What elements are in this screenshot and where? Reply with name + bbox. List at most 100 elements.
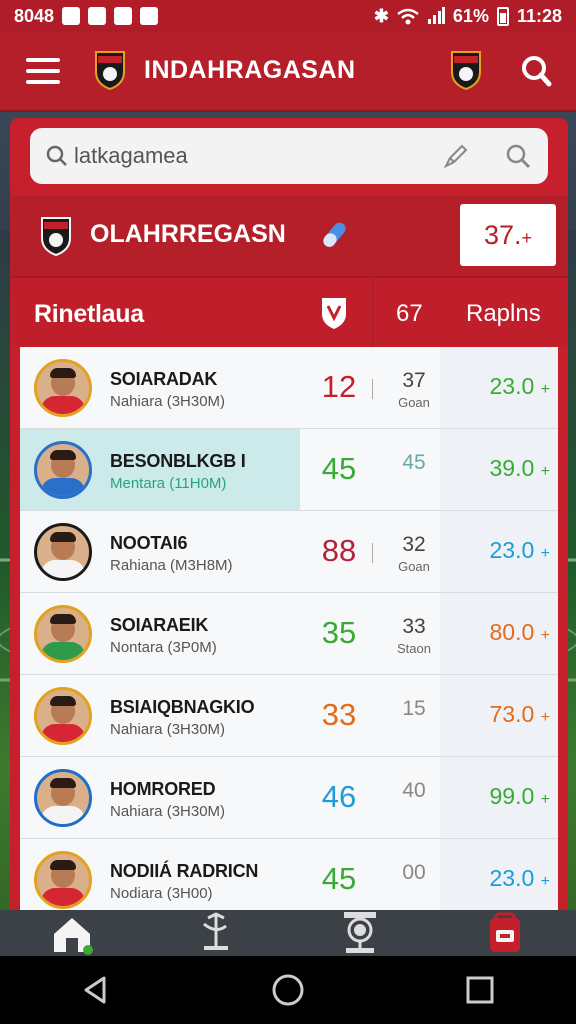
recents-icon[interactable] xyxy=(460,970,500,1010)
team-score: 37. xyxy=(483,220,522,250)
player-value: 23.0 + xyxy=(466,373,551,400)
table-row[interactable]: HOMRORED Nahiara (3H30M) 46 40 99.0 + xyxy=(20,757,558,839)
team-score-box[interactable]: 37.+ xyxy=(460,204,556,266)
table-row[interactable]: BSIAIQBNAGKIO Nahiara (3H30M) 33 15 73.0… xyxy=(20,675,558,757)
column-rank-header[interactable]: Raplns xyxy=(466,300,541,328)
player-number-sub: Goan xyxy=(398,395,430,410)
player-number: 45 xyxy=(402,451,426,474)
notification-icon xyxy=(62,7,81,25)
player-number: 15 xyxy=(402,697,426,720)
battery-level: 61% xyxy=(452,5,489,26)
value-suffix: + xyxy=(540,627,550,644)
row-separator xyxy=(372,543,373,563)
player-sub: Rahiana (M3H8M) xyxy=(110,557,233,574)
hamburger-icon[interactable] xyxy=(26,58,60,84)
player-number: 00 xyxy=(402,861,426,884)
player-name: SOIARAEIK xyxy=(110,615,209,635)
search-input[interactable] xyxy=(74,138,434,174)
bottom-nav xyxy=(0,910,576,956)
value-amount: 99.0 xyxy=(489,783,535,809)
trophy-icon[interactable] xyxy=(330,910,390,956)
team-header[interactable]: OLAHRREGASN 37.+ xyxy=(10,196,568,276)
player-value: 99.0 + xyxy=(466,783,551,810)
player-value: 23.0 + xyxy=(466,537,551,564)
player-sub: Nontara (3P0M) xyxy=(110,639,217,656)
clock: 11:28 xyxy=(516,5,562,26)
avatar xyxy=(34,851,92,909)
home-icon[interactable] xyxy=(42,910,102,956)
calendar-icon[interactable] xyxy=(474,910,534,956)
player-score: 12 xyxy=(321,369,357,404)
avatar xyxy=(34,769,92,827)
player-name: BSIAIQBNAGKIO xyxy=(110,697,255,717)
table-row[interactable]: NODIIÁ RADRICN Nodiara (3H00) 45 00 23.0… xyxy=(20,839,558,921)
player-list: SOIARADAK Nahiara (3H30M) 12 37 Goan 23.… xyxy=(20,347,558,921)
notification-icon xyxy=(88,7,107,25)
player-number: 32 xyxy=(402,533,426,556)
club-crest-icon[interactable] xyxy=(450,50,482,90)
shield-icon[interactable] xyxy=(320,296,348,330)
team-crest-icon xyxy=(41,217,71,256)
value-suffix: + xyxy=(540,463,550,480)
player-score: 45 xyxy=(321,451,357,486)
value-suffix: + xyxy=(540,709,550,726)
player-number: 40 xyxy=(402,779,426,802)
bluetooth-icon: ✱ xyxy=(373,5,389,26)
table-row[interactable]: NOOTAI6 Rahiana (M3H8M) 88 32 Goan 23.0 … xyxy=(20,511,558,593)
team-name: OLAHRREGASN xyxy=(90,220,286,248)
search-icon xyxy=(46,145,67,166)
player-number-sub: Goan xyxy=(398,559,430,574)
player-score: 45 xyxy=(321,861,357,896)
value-amount: 80.0 xyxy=(489,619,535,645)
player-value: 23.0 + xyxy=(466,865,551,892)
value-suffix: + xyxy=(540,873,550,890)
player-sub: Nodiara (3H00) xyxy=(110,885,213,902)
value-suffix: + xyxy=(540,381,550,398)
table-row[interactable]: SOIARADAK Nahiara (3H30M) 12 37 Goan 23.… xyxy=(20,347,558,429)
player-number-sub: Staon xyxy=(397,641,431,656)
column-number-header[interactable]: 67 xyxy=(396,300,423,328)
club-crest-icon xyxy=(95,51,125,90)
player-value: 39.0 + xyxy=(466,455,551,482)
value-amount: 23.0 xyxy=(489,865,535,891)
scale-icon[interactable] xyxy=(186,910,246,956)
app-title: INDAHRAGASAN xyxy=(144,56,356,84)
value-suffix: + xyxy=(540,545,550,562)
search-icon[interactable] xyxy=(520,54,552,88)
column-name-header[interactable]: Rinetlaua xyxy=(34,300,144,329)
player-score: 46 xyxy=(321,779,357,814)
avatar xyxy=(34,687,92,745)
status-bar-right: ✱ 61% 11:28 xyxy=(374,6,562,27)
team-score-suffix: + xyxy=(521,228,533,248)
value-amount: 23.0 xyxy=(489,373,535,399)
value-amount: 73.0 xyxy=(489,701,535,727)
avatar xyxy=(34,441,92,499)
player-number: 37 xyxy=(402,369,426,392)
player-name: BESONBLKGB I xyxy=(110,451,246,471)
table-row[interactable]: SOIARAEIK Nontara (3P0M) 35 33 Staon 80.… xyxy=(20,593,558,675)
row-separator xyxy=(372,379,373,399)
player-score: 35 xyxy=(321,615,357,650)
player-sub: Mentara (11H0M) xyxy=(110,475,227,492)
player-name: SOIARADAK xyxy=(110,369,218,389)
value-amount: 23.0 xyxy=(489,537,535,563)
player-name: NODIIÁ RADRICN xyxy=(110,861,259,881)
player-score: 33 xyxy=(321,697,357,732)
value-suffix: + xyxy=(540,791,550,808)
pill-icon xyxy=(323,222,346,247)
avatar xyxy=(34,359,92,417)
player-value: 80.0 + xyxy=(466,619,551,646)
status-left-text: 8048 xyxy=(14,5,55,26)
player-sub: Nahiara (3H30M) xyxy=(110,721,226,738)
player-name: HOMRORED xyxy=(110,779,216,799)
pen-icon[interactable] xyxy=(442,142,470,170)
avatar xyxy=(34,605,92,663)
search-icon[interactable] xyxy=(504,142,532,170)
signal-icon xyxy=(427,7,445,24)
back-icon[interactable] xyxy=(76,970,116,1010)
notification-icon xyxy=(140,7,159,25)
table-row[interactable]: BESONBLKGB I Mentara (11H0M) 45 45 39.0 … xyxy=(20,429,558,511)
home-button-icon[interactable] xyxy=(268,970,308,1010)
player-number: 33 xyxy=(402,615,426,638)
status-bar: 8048 ✱ 61% 11:28 xyxy=(0,0,576,32)
